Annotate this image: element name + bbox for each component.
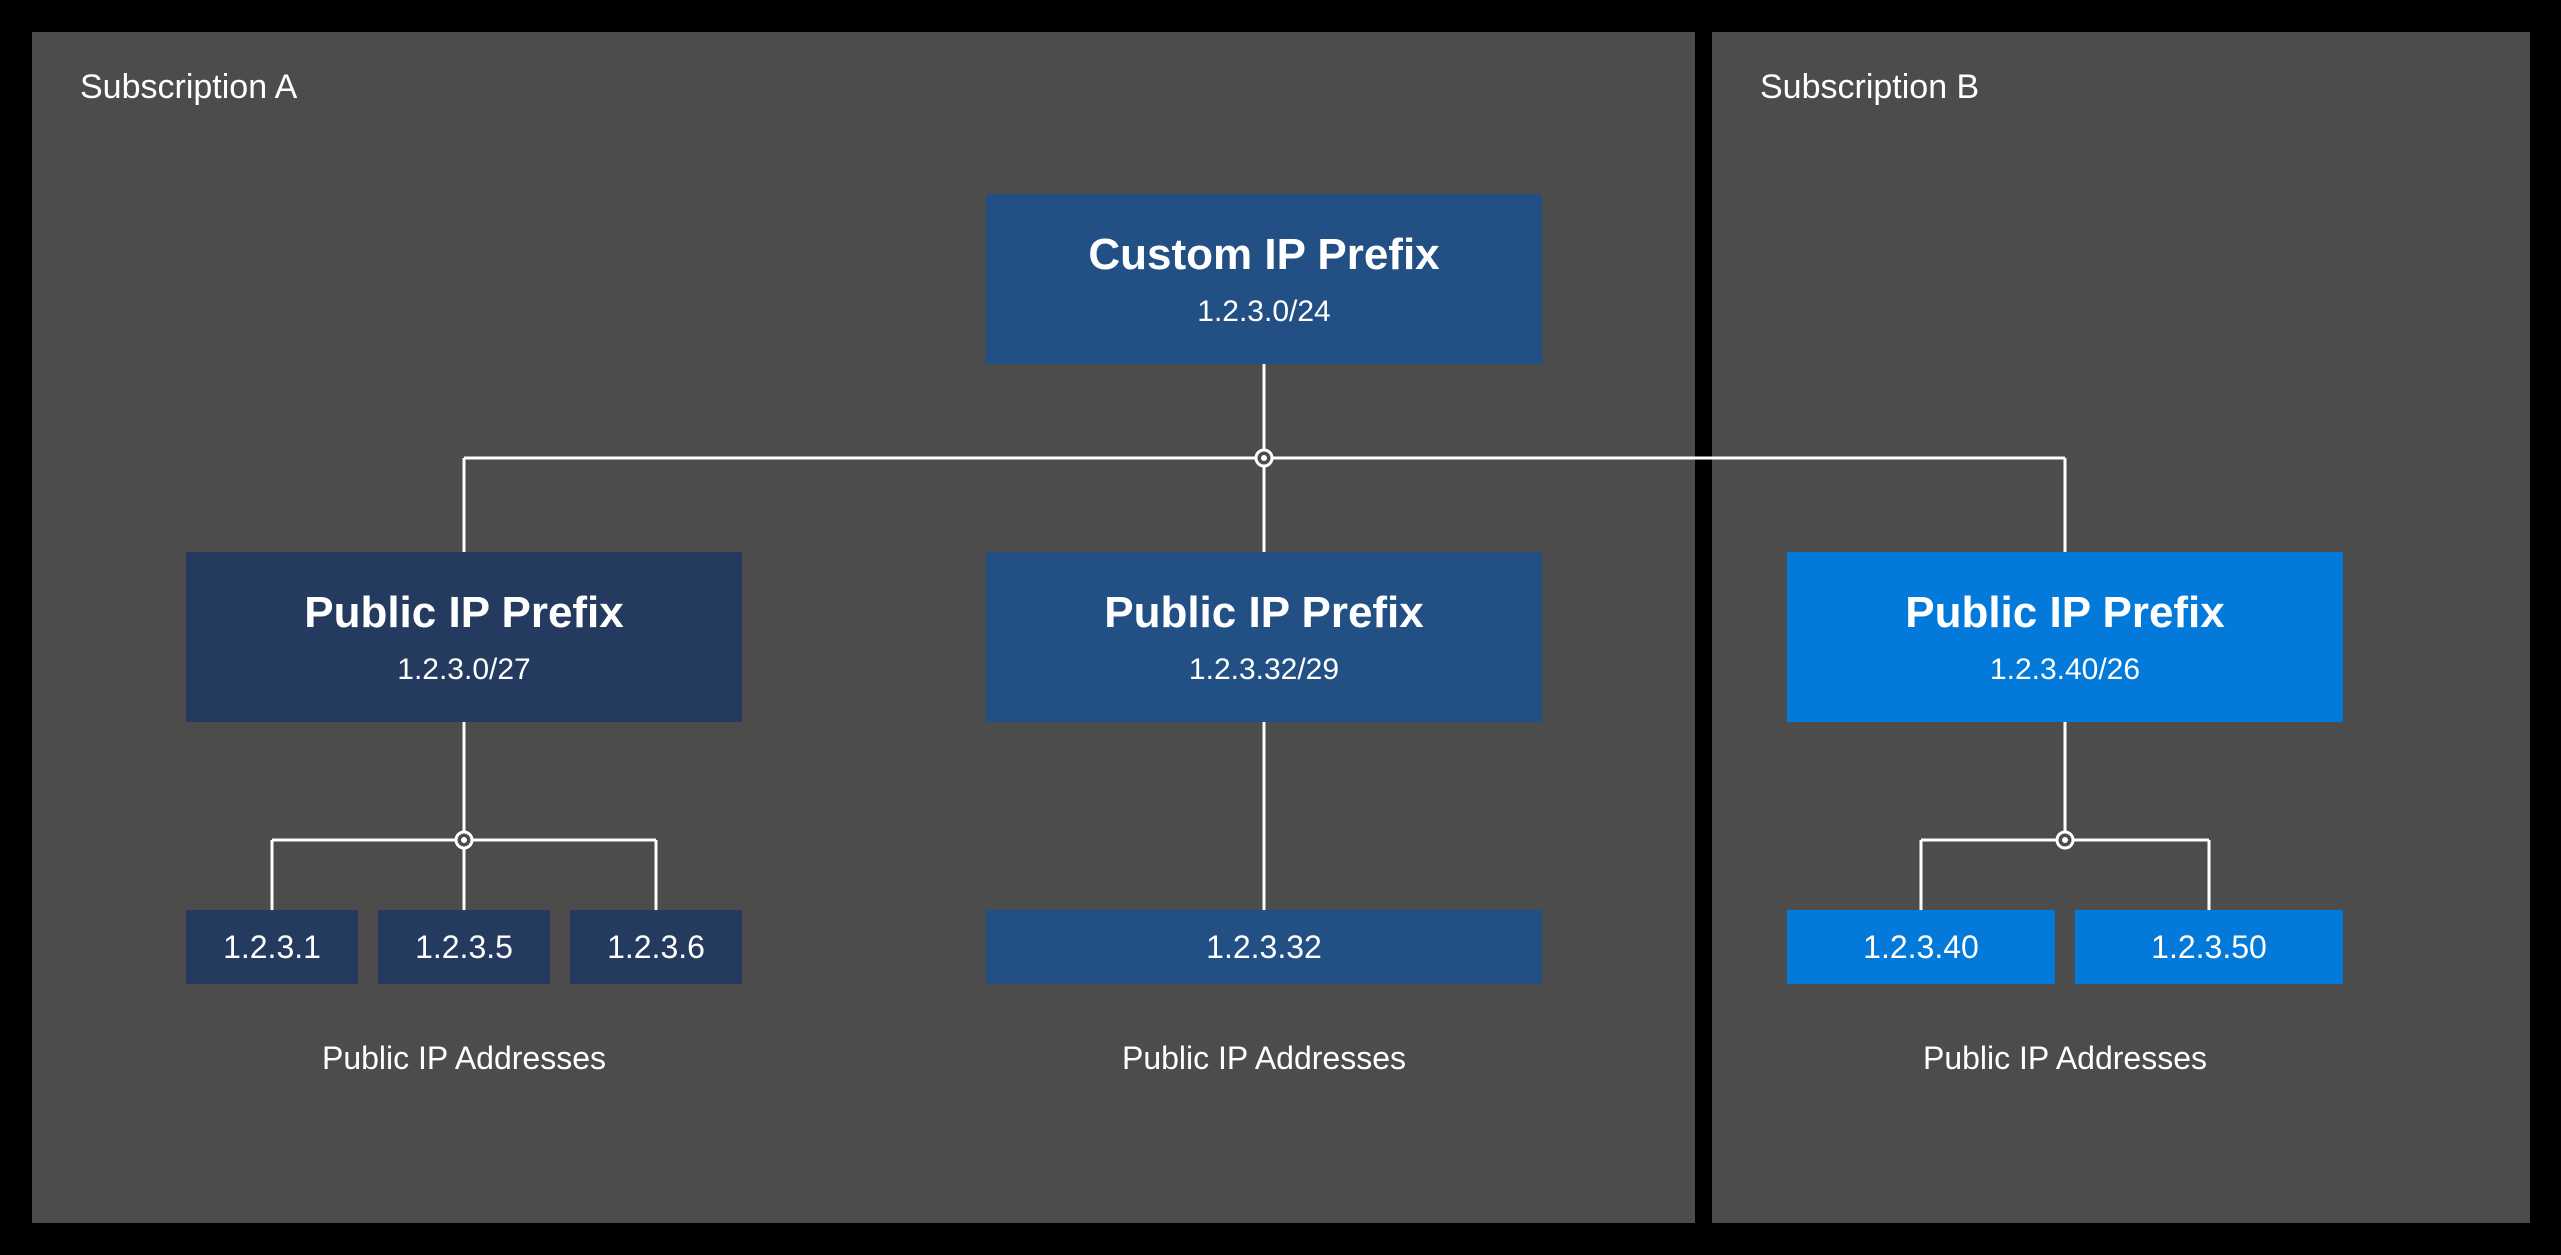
ip-address-value: 1.2.3.5 bbox=[415, 929, 513, 966]
ip-address-leaf: 1.2.3.6 bbox=[570, 910, 742, 984]
public-ip-prefix-node-3: Public IP Prefix 1.2.3.40/26 bbox=[1787, 552, 2343, 722]
public-ip-prefix-title-2: Public IP Prefix bbox=[1104, 587, 1424, 640]
ip-address-value: 1.2.3.50 bbox=[2151, 929, 2267, 966]
public-ip-prefix-node-1: Public IP Prefix 1.2.3.0/27 bbox=[186, 552, 742, 722]
custom-ip-prefix-node: Custom IP Prefix 1.2.3.0/24 bbox=[986, 194, 1542, 364]
subscription-a-label: Subscription A bbox=[80, 68, 297, 107]
ip-address-leaf: 1.2.3.50 bbox=[2075, 910, 2343, 984]
addresses-caption-3: Public IP Addresses bbox=[1787, 1040, 2343, 1077]
public-ip-prefix-title-1: Public IP Prefix bbox=[304, 587, 624, 640]
addresses-caption-1: Public IP Addresses bbox=[186, 1040, 742, 1077]
ip-address-value: 1.2.3.40 bbox=[1863, 929, 1979, 966]
public-ip-prefix-title-3: Public IP Prefix bbox=[1905, 587, 2225, 640]
ip-address-leaf: 1.2.3.40 bbox=[1787, 910, 2055, 984]
ip-address-leaf: 1.2.3.5 bbox=[378, 910, 550, 984]
ip-address-leaf: 1.2.3.32 bbox=[986, 910, 1542, 984]
ip-address-leaf: 1.2.3.1 bbox=[186, 910, 358, 984]
public-ip-prefix-cidr-3: 1.2.3.40/26 bbox=[1990, 653, 2140, 687]
subscription-b-label: Subscription B bbox=[1760, 68, 1979, 107]
public-ip-prefix-cidr-2: 1.2.3.32/29 bbox=[1189, 653, 1339, 687]
custom-ip-prefix-cidr: 1.2.3.0/24 bbox=[1197, 295, 1330, 329]
ip-address-value: 1.2.3.1 bbox=[223, 929, 321, 966]
ip-address-value: 1.2.3.6 bbox=[607, 929, 705, 966]
ip-address-value: 1.2.3.32 bbox=[1206, 929, 1322, 966]
custom-ip-prefix-title: Custom IP Prefix bbox=[1088, 229, 1439, 282]
public-ip-prefix-node-2: Public IP Prefix 1.2.3.32/29 bbox=[986, 552, 1542, 722]
public-ip-prefix-cidr-1: 1.2.3.0/27 bbox=[397, 653, 530, 687]
addresses-caption-2: Public IP Addresses bbox=[986, 1040, 1542, 1077]
